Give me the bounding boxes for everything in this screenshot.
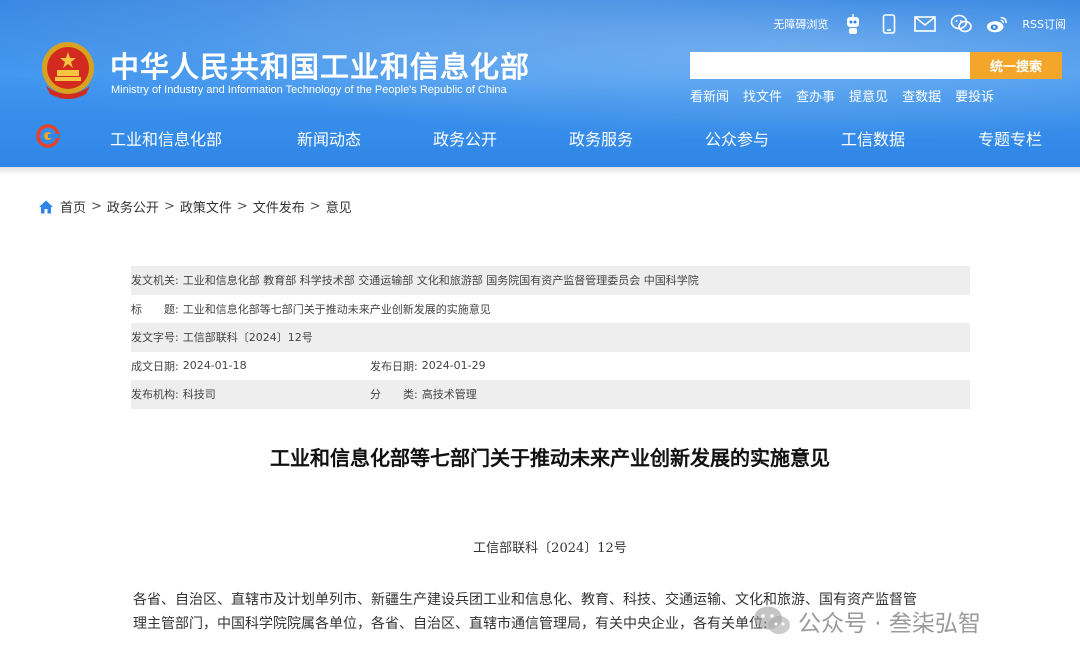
site-header: 中华人民共和国工业和信息化部 Ministry of Industry and … [0,0,1080,167]
mobile-icon[interactable] [878,13,900,35]
doc-no-label: 发文字号: [131,331,179,345]
nav-item-data[interactable]: 工信数据 [841,126,905,150]
meta-cell: 成文日期: 2024-01-18 [131,358,370,374]
breadcrumb-separator: > [163,199,175,214]
rss-link[interactable]: RSS订阅 [1022,16,1066,32]
nav-item-news[interactable]: 新闻动态 [297,126,361,150]
breadcrumb-separator: > [91,199,102,214]
document-number: 工信部联科〔2024〕12号 [473,541,627,556]
quick-link-services[interactable]: 查办事 [796,86,835,105]
meta-cell: 发布日期: 2024-01-29 [370,358,486,374]
quick-links: 看新闻 找文件 查办事 提意见 查数据 要投诉 [690,86,1008,105]
title-label: 标 题: [131,302,179,316]
quick-link-feedback[interactable]: 提意见 [849,86,888,105]
breadcrumb-gov-affairs[interactable]: 政务公开 [107,197,159,216]
issuing-org-value: 工业和信息化部 教育部 科学技术部 交通运输部 文化和旅游部 国务院国有资产监督… [182,274,699,288]
top-links: 无障碍浏览 RSS订阅 [773,10,1066,38]
quick-link-news[interactable]: 看新闻 [690,86,729,105]
meta-row-doc-no: 发文字号: 工信部联科〔2024〕12号 [131,323,970,352]
breadcrumb-release[interactable]: 文件发布 [253,197,305,216]
quick-link-data[interactable]: 查数据 [902,86,941,105]
title-value: 工业和信息化部等七部门关于推动未来产业创新发展的实施意见 [182,302,491,316]
site-subtitle: Ministry of Industry and Information Tec… [111,84,507,96]
meta-row-dates: 成文日期: 2024-01-18 发布日期: 2024-01-29 [131,352,970,381]
breadcrumb-separator: > [236,199,248,214]
nav-item-public[interactable]: 公众参与 [705,126,769,150]
national-emblem-icon [42,42,94,99]
main-nav: 工业和信息化部 新闻动态 政务公开 政务服务 公众参与 工信数据 专题专栏 [0,116,1080,158]
search-input[interactable] [690,52,970,79]
header-shadow [0,167,1080,175]
wechat-icon[interactable] [950,13,973,35]
quick-link-complaint[interactable]: 要投诉 [955,86,994,105]
meta-row-org: 发布机构: 科技司 分 类: 高技术管理 [131,380,970,409]
document-meta-table: 发文机关: 工业和信息化部 教育部 科学技术部 交通运输部 文化和旅游部 国务院… [131,266,970,409]
meta-cell: 标 题: 工业和信息化部等七部门关于推动未来产业创新发展的实施意见 [131,301,491,317]
written-date-label: 成文日期: [131,359,179,373]
issuing-org-label: 发文机关: [131,274,179,288]
nav-item-ministry[interactable]: 工业和信息化部 [110,126,222,150]
accessibility-link[interactable]: 无障碍浏览 [773,16,828,32]
breadcrumb-opinion[interactable]: 意见 [326,197,352,216]
home-icon[interactable] [38,199,54,215]
watermark-text: 公众号 · 叁柒弘智 [798,611,981,637]
nav-item-gov-affairs[interactable]: 政务公开 [433,126,497,150]
breadcrumb: 首页 > 政务公开 > 政策文件 > 文件发布 > 意见 [38,197,352,216]
breadcrumb-policy[interactable]: 政策文件 [180,197,232,216]
org-value: 科技司 [182,388,216,402]
publish-date-value: 2024-01-29 [421,359,486,373]
org-label: 发布机构: [131,388,179,402]
category-label: 分 类: [370,388,418,402]
weibo-icon[interactable] [986,13,1008,35]
written-date-value: 2024-01-18 [182,359,247,373]
meta-cell: 分 类: 高技术管理 [370,386,477,402]
mail-icon[interactable] [914,13,937,35]
meta-row-title: 标 题: 工业和信息化部等七部门关于推动未来产业创新发展的实施意见 [131,295,970,324]
category-value: 高技术管理 [421,388,477,402]
meta-cell: 发文字号: 工信部联科〔2024〕12号 [131,329,313,345]
meta-cell: 发文机关: 工业和信息化部 教育部 科学技术部 交通运输部 文化和旅游部 国务院… [131,272,699,288]
quick-link-files[interactable]: 找文件 [743,86,782,105]
robot-assistant-icon[interactable] [842,13,864,35]
meta-cell: 发布机构: 科技司 [131,386,370,402]
publish-date-label: 发布日期: [370,359,418,373]
site-title: 中华人民共和国工业和信息化部 [110,50,531,84]
meta-row-issuing-org: 发文机关: 工业和信息化部 教育部 科学技术部 交通运输部 文化和旅游部 国务院… [131,266,970,295]
watermark: 公众号 · 叁柒弘智 [752,601,981,641]
breadcrumb-home[interactable]: 首页 [60,197,86,216]
nav-item-topics[interactable]: 专题专栏 [978,126,1042,150]
doc-no-value: 工信部联科〔2024〕12号 [182,331,313,345]
wechat-watermark-icon [754,606,790,634]
search-button[interactable]: 统一搜索 [970,52,1062,79]
breadcrumb-separator: > [309,199,321,214]
document-title: 工业和信息化部等七部门关于推动未来产业创新发展的实施意见 [270,446,830,470]
ministry-logo-icon[interactable] [36,124,60,148]
nav-item-gov-services[interactable]: 政务服务 [569,126,633,150]
